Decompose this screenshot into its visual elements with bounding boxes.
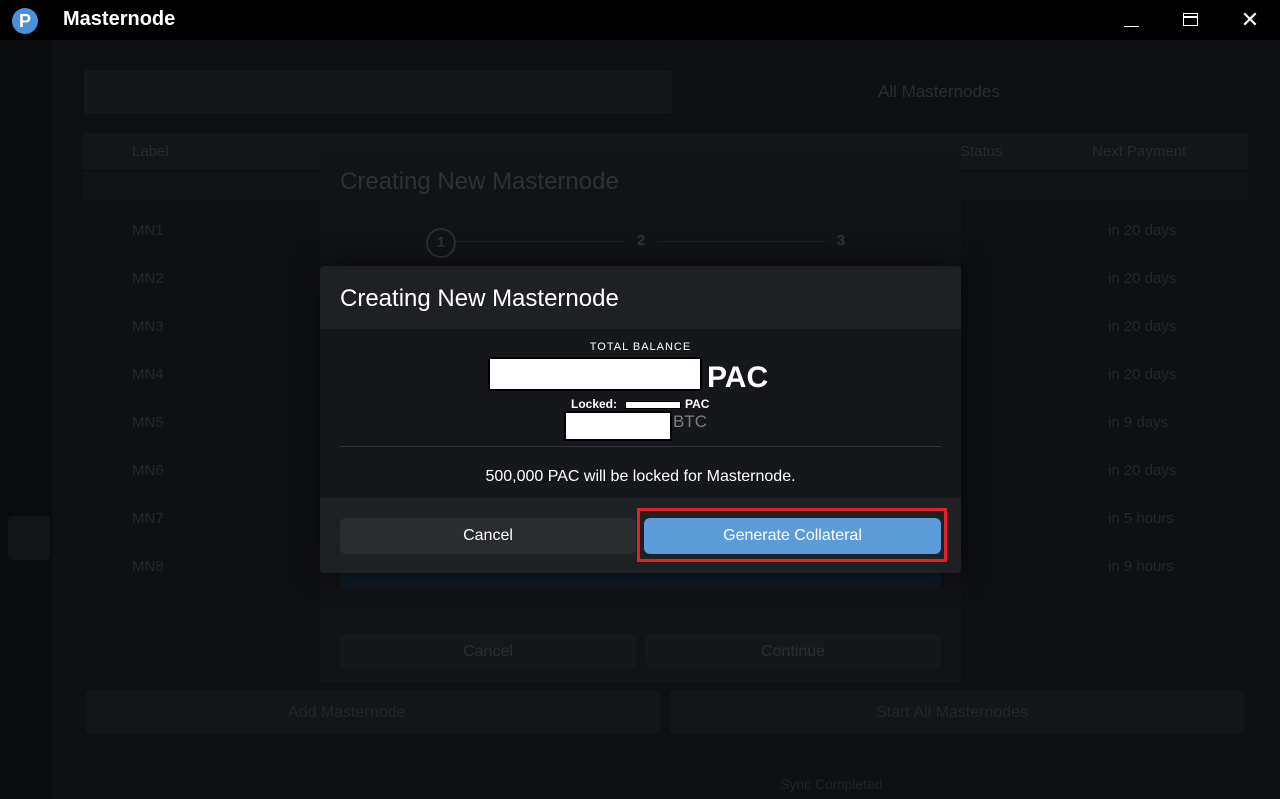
bg-th-status: Status bbox=[960, 143, 1003, 160]
bg-all-masternodes-tab: All Masternodes bbox=[878, 82, 1000, 101]
next-payment-cell: in 9 hours bbox=[1108, 558, 1174, 575]
total-balance-label: TOTAL BALANCE bbox=[589, 341, 692, 353]
maximize-button[interactable] bbox=[1170, 6, 1210, 34]
title-bar: P Masternode ✕ bbox=[0, 0, 1280, 40]
table-row: MN6 bbox=[132, 462, 164, 479]
step-2-indicator: 2 bbox=[636, 232, 646, 249]
bg-masternodes-tab bbox=[84, 70, 672, 114]
btc-unit: BTC bbox=[673, 412, 707, 431]
table-row: MN4 bbox=[132, 366, 164, 383]
sidebar bbox=[0, 40, 52, 799]
minimize-icon bbox=[1124, 26, 1139, 27]
lock-message: 500,000 PAC will be locked for Masternod… bbox=[485, 468, 796, 485]
table-row: MN8 bbox=[132, 558, 164, 575]
create-masternode-dialog: Creating New Masternode TOTAL BALANCE PA… bbox=[320, 266, 961, 573]
step-1-indicator: 1 bbox=[426, 228, 456, 258]
redacted-locked-value bbox=[625, 401, 681, 409]
dialog-header: Creating New Masternode bbox=[320, 266, 961, 329]
table-row: MN1 bbox=[132, 222, 164, 239]
divider bbox=[340, 446, 941, 447]
balance-unit: PAC bbox=[707, 361, 769, 394]
bg-start-all-label: Start All Masternodes bbox=[876, 704, 1029, 721]
sidebar-chip bbox=[8, 516, 50, 560]
next-payment-cell: in 9 days bbox=[1108, 414, 1169, 431]
step-connector bbox=[456, 241, 624, 242]
table-row: MN3 bbox=[132, 318, 164, 335]
table-row: MN2 bbox=[132, 270, 164, 287]
next-payment-cell: in 20 days bbox=[1108, 318, 1177, 335]
locked-label: Locked: bbox=[571, 397, 618, 411]
next-payment-cell: in 20 days bbox=[1108, 270, 1177, 287]
generate-collateral-button[interactable]: Generate Collateral bbox=[644, 518, 941, 554]
underlying-continue-label: Continue bbox=[760, 643, 826, 660]
underlying-dialog-title: Creating New Masternode bbox=[340, 168, 619, 195]
next-payment-cell: in 20 days bbox=[1108, 462, 1177, 479]
maximize-icon bbox=[1183, 13, 1198, 26]
locked-unit: PAC bbox=[685, 397, 710, 411]
step-connector bbox=[658, 241, 826, 242]
table-row: MN7 bbox=[132, 510, 164, 527]
close-icon: ✕ bbox=[1240, 7, 1260, 32]
close-button[interactable]: ✕ bbox=[1230, 6, 1270, 34]
minimize-button[interactable] bbox=[1111, 6, 1151, 34]
cancel-button[interactable]: Cancel bbox=[340, 518, 636, 554]
window-title: Masternode bbox=[63, 8, 176, 30]
bg-add-masternode-label: Add Masternode bbox=[288, 704, 406, 721]
underlying-cancel-label: Cancel bbox=[463, 643, 513, 660]
next-payment-cell: in 20 days bbox=[1108, 222, 1177, 239]
step-3-indicator: 3 bbox=[836, 232, 846, 249]
bg-th-label: Label bbox=[132, 143, 169, 160]
next-payment-cell: in 20 days bbox=[1108, 366, 1177, 383]
next-payment-cell: in 5 hours bbox=[1108, 510, 1174, 527]
dialog-title: Creating New Masternode bbox=[340, 285, 619, 312]
redacted-balance-value bbox=[488, 357, 702, 391]
redacted-btc-value bbox=[564, 411, 672, 441]
app-logo-icon: P bbox=[12, 8, 38, 34]
table-row: MN5 bbox=[132, 414, 164, 431]
bg-sync-status: Sync Completed bbox=[780, 776, 883, 792]
bg-th-next-payment: Next Payment bbox=[1092, 143, 1187, 160]
